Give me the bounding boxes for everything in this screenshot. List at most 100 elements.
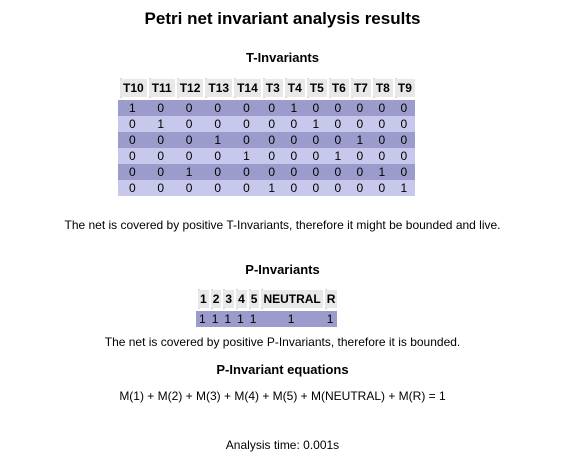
t-invariant-cell: 0 (348, 180, 371, 196)
p-invariant-column-header-label: 5 (248, 290, 260, 308)
p-invariant-cell: 1 (259, 311, 323, 327)
p-invariants-table-wrapper: 1 2 3 4 5 NEUTRAL R 1111111 (196, 289, 338, 327)
p-invariant-row: 1111111 (196, 311, 338, 327)
p-invariant-column-header: 4 (234, 289, 247, 311)
t-invariant-cell: 1 (146, 116, 175, 132)
t-invariant-column-header: T6 (326, 78, 349, 100)
t-invariant-row: 100000100000 (118, 100, 415, 116)
t-invariant-row: 000001000001 (118, 180, 415, 196)
t-invariant-cell: 0 (118, 164, 147, 180)
t-invariants-heading: T-Invariants (246, 50, 319, 65)
t-invariant-cell: 0 (260, 100, 283, 116)
t-invariant-cell: 0 (118, 148, 147, 164)
t-invariant-cell: 0 (392, 148, 415, 164)
t-invariant-column-header-label: T8 (372, 79, 393, 97)
t-invariant-cell: 0 (326, 116, 349, 132)
t-invariant-column-header-label: T12 (176, 79, 204, 97)
t-invariant-cell: 1 (203, 132, 233, 148)
p-invariant-column-header-label: R (324, 290, 338, 308)
t-invariant-cell: 0 (348, 148, 371, 164)
t-invariants-header-row: T10 T11 T12 T13 T14 T3 T4 T5 T6 T7 T8 T9 (118, 78, 415, 100)
t-invariant-cell: 0 (370, 100, 393, 116)
t-invariant-cell: 0 (232, 180, 261, 196)
t-invariant-cell: 0 (370, 116, 393, 132)
t-invariant-cell: 0 (232, 116, 261, 132)
t-invariant-column-header-label: T11 (148, 79, 175, 97)
t-invariant-cell: 0 (370, 132, 393, 148)
p-invariants-summary: The net is covered by positive P-Invaria… (104, 335, 461, 349)
t-invariant-column-header-label: T13 (205, 79, 233, 97)
t-invariant-cell: 0 (146, 132, 175, 148)
t-invariant-column-header: T14 (232, 78, 261, 100)
t-invariant-cell: 0 (146, 180, 175, 196)
t-invariant-column-header: T12 (174, 78, 204, 100)
p-invariant-column-header: 5 (246, 289, 260, 311)
t-invariant-cell: 0 (174, 132, 204, 148)
t-invariant-cell: 0 (392, 100, 415, 116)
p-invariant-column-header-label: NEUTRAL (261, 290, 323, 308)
analysis-time: Analysis time: 0.001s (225, 438, 340, 452)
t-invariant-cell: 1 (232, 148, 261, 164)
t-invariant-cell: 0 (282, 132, 305, 148)
t-invariant-cell: 0 (304, 180, 327, 196)
t-invariant-cell: 0 (304, 164, 327, 180)
t-invariant-cell: 0 (174, 148, 204, 164)
t-invariant-cell: 0 (203, 116, 233, 132)
t-invariant-cell: 0 (203, 164, 233, 180)
t-invariant-column-header-label: T14 (234, 79, 261, 97)
p-invariant-cell: 1 (196, 311, 209, 327)
t-invariant-cell: 0 (326, 180, 349, 196)
p-invariant-column-header: 1 (196, 289, 209, 311)
t-invariant-column-header: T3 (260, 78, 283, 100)
t-invariant-cell: 0 (370, 180, 393, 196)
p-invariant-column-header-label: 4 (236, 290, 247, 308)
p-invariant-equation: M(1) + M(2) + M(3) + M(4) + M(5) + M(NEU… (119, 389, 446, 403)
t-invariant-cell: 0 (282, 164, 305, 180)
t-invariant-cell: 0 (232, 164, 261, 180)
t-invariant-cell: 1 (304, 116, 327, 132)
t-invariant-column-header-label: T5 (306, 79, 327, 97)
t-invariant-cell: 0 (203, 100, 233, 116)
t-invariant-cell: 0 (392, 116, 415, 132)
t-invariant-cell: 0 (260, 164, 283, 180)
p-invariant-column-header: 2 (208, 289, 222, 311)
t-invariant-cell: 0 (392, 132, 415, 148)
t-invariant-column-header: T10 (118, 78, 147, 100)
p-invariant-cell: 1 (234, 311, 247, 327)
t-invariant-column-header: T11 (146, 78, 175, 100)
p-invariant-column-header-label: 2 (210, 290, 222, 308)
p-invariant-column-header: NEUTRAL (259, 289, 323, 311)
p-invariants-heading: P-Invariants (245, 262, 320, 277)
t-invariant-cell: 1 (348, 132, 371, 148)
page-title: Petri net invariant analysis results (144, 9, 421, 28)
t-invariants-summary: The net is covered by positive T-Invaria… (64, 218, 501, 232)
t-invariant-row: 001000000010 (118, 164, 415, 180)
t-invariant-cell: 0 (260, 132, 283, 148)
t-invariant-cell: 0 (348, 164, 371, 180)
t-invariant-cell: 0 (282, 116, 305, 132)
t-invariant-column-header-label: T10 (120, 79, 147, 97)
t-invariant-row: 000100000100 (118, 132, 415, 148)
t-invariant-cell: 0 (146, 100, 175, 116)
p-invariants-table: 1 2 3 4 5 NEUTRAL R 1111111 (196, 289, 338, 327)
t-invariant-cell: 0 (174, 116, 204, 132)
t-invariant-cell: 0 (304, 132, 327, 148)
t-invariants-table: T10 T11 T12 T13 T14 T3 T4 T5 T6 T7 T8 T9 1000001000… (118, 78, 415, 196)
t-invariant-cell: 0 (348, 116, 371, 132)
p-invariant-column-header: R (322, 289, 338, 311)
t-invariant-cell: 0 (118, 180, 147, 196)
p-invariant-cell: 1 (246, 311, 260, 327)
t-invariant-cell: 0 (260, 148, 283, 164)
t-invariant-column-header: T9 (392, 78, 415, 100)
p-invariant-cell: 1 (221, 311, 235, 327)
t-invariant-column-header-label: T9 (394, 79, 415, 97)
t-invariant-cell: 1 (370, 164, 393, 180)
t-invariant-cell: 0 (304, 100, 327, 116)
t-invariant-cell: 0 (260, 116, 283, 132)
t-invariant-cell: 1 (174, 164, 204, 180)
t-invariant-cell: 1 (118, 100, 147, 116)
t-invariant-cell: 1 (326, 148, 349, 164)
t-invariant-column-header: T13 (203, 78, 233, 100)
t-invariant-cell: 1 (392, 180, 415, 196)
t-invariant-column-header-label: T7 (350, 79, 371, 97)
